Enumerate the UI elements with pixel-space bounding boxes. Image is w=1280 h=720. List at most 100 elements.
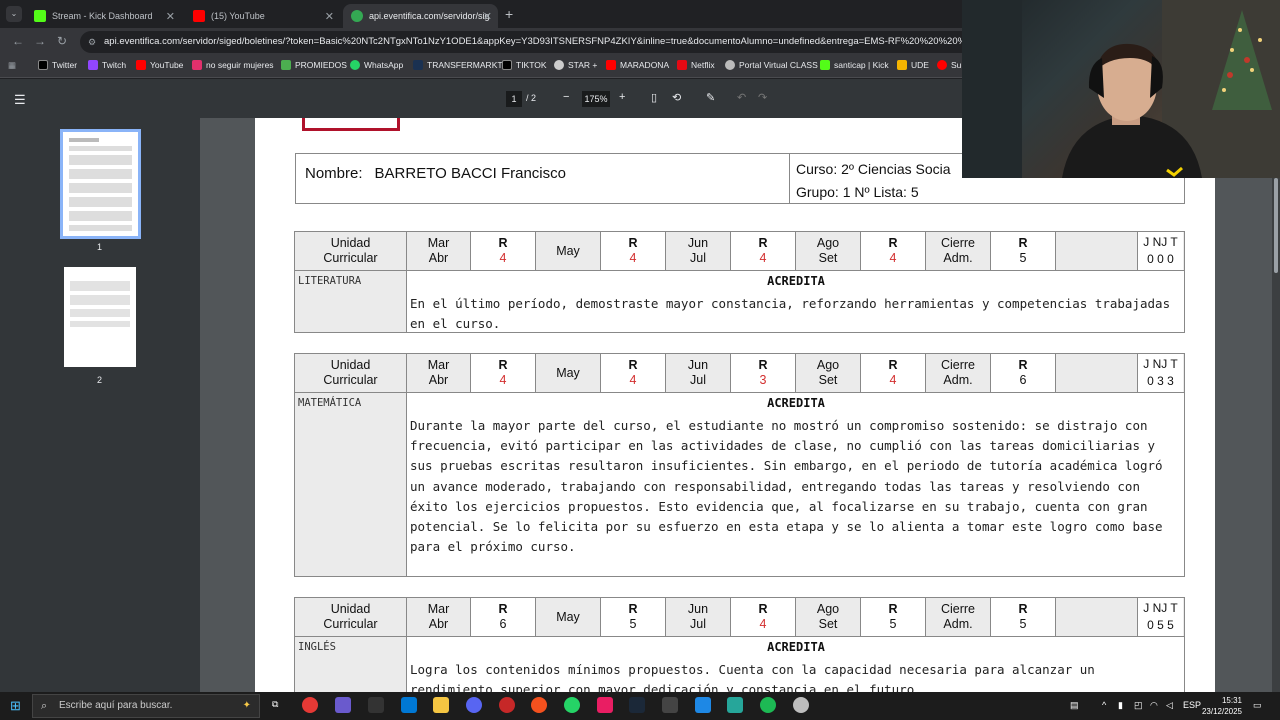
steam-icon[interactable] — [629, 697, 645, 713]
task-view-icon[interactable]: ⧉ — [272, 699, 278, 710]
apps-icon[interactable]: ▦ — [8, 60, 16, 71]
tab-kick-dashboard[interactable]: Stream - Kick Dashboard ✕ — [26, 4, 181, 28]
bookmark-youtube[interactable]: YouTube — [136, 60, 183, 70]
bookmark-whatsapp[interactable]: WhatsApp — [350, 60, 403, 70]
bookmark-su[interactable]: Su — [937, 60, 961, 70]
zoom-input[interactable]: 175% — [582, 91, 610, 107]
subject-comment: En el último período, demostraste mayor … — [410, 296, 1171, 332]
youtube-icon — [136, 60, 146, 70]
tab-youtube[interactable]: (15) YouTube ✕ — [185, 4, 340, 28]
header-text: J NJ T — [1143, 357, 1178, 371]
discord-icon[interactable] — [466, 697, 482, 713]
grade-value: 4 — [889, 251, 897, 265]
twitch-icon — [88, 60, 98, 70]
scrollbar[interactable] — [1272, 118, 1280, 692]
redo-icon[interactable]: ↷ — [758, 91, 767, 104]
close-icon[interactable]: ✕ — [325, 10, 334, 23]
obs-icon[interactable] — [499, 697, 515, 713]
new-tab-button[interactable]: + — [505, 6, 513, 22]
annotate-icon[interactable]: ✎ — [706, 91, 715, 104]
tab-search-button[interactable]: ⌄ — [6, 6, 22, 22]
attendance-cell: J NJ T 0 3 3 — [1138, 354, 1183, 392]
bookmark-maradona[interactable]: MARADONA — [606, 60, 669, 70]
grade-value: 4 — [629, 373, 637, 387]
site-info-icon[interactable]: ⚙ — [88, 31, 96, 53]
menu-icon[interactable]: ☰ — [14, 92, 26, 108]
bookmark-santicap-kick[interactable]: santicap | Kick — [820, 60, 889, 70]
clock[interactable]: 15:31 23/12/2025 — [1202, 695, 1242, 717]
status-label: ACREDITA — [767, 274, 825, 288]
header-text: Mar — [427, 602, 450, 616]
page-thumbnail-1[interactable] — [60, 129, 141, 239]
bookmark-twitch[interactable]: Twitch — [88, 60, 126, 70]
page-total: / 2 — [526, 93, 537, 103]
network-icon[interactable]: ◰ — [1134, 700, 1143, 711]
bookmark-tiktok[interactable]: TIKTOK — [502, 60, 547, 70]
date-text: 23/12/2025 — [1201, 707, 1242, 716]
reload-icon[interactable]: ↻ — [57, 34, 67, 48]
page-number-input[interactable]: 1 — [506, 91, 522, 107]
bookmark-transfermarkt[interactable]: TRANSFERMARKT — [413, 60, 503, 70]
zoom-out-icon[interactable]: − — [563, 91, 569, 103]
bookmark-portal-class[interactable]: Portal Virtual CLASS — [725, 60, 818, 70]
tab-eventifica[interactable]: api.eventifica.com/servidor/sig ✕ — [343, 4, 498, 28]
bookmark-label: WhatsApp — [364, 60, 404, 70]
grade-value: 4 — [759, 251, 767, 265]
chevron-up-icon[interactable]: ^ — [1102, 700, 1106, 710]
pdf-viewer[interactable]: Nombre: BARRETO BACCI Francisco Curso: 2º… — [200, 118, 1280, 692]
close-icon[interactable]: ✕ — [483, 10, 492, 23]
wifi-icon[interactable]: ◠ — [1150, 700, 1158, 711]
tab-title: api.eventifica.com/servidor/sig — [369, 11, 490, 21]
microphone-icon[interactable]: ▮ — [1118, 700, 1123, 711]
bookmark-twitter[interactable]: Twitter — [38, 60, 77, 70]
header-text: Abr — [428, 373, 449, 387]
spotify-icon[interactable] — [760, 697, 776, 713]
bookmark-netflix[interactable]: Netflix — [677, 60, 715, 70]
undo-icon[interactable]: ↶ — [737, 91, 746, 104]
student-name: BARRETO BACCI Francisco — [374, 165, 566, 182]
time-text: 15:31 — [1221, 696, 1242, 705]
close-icon[interactable]: ✕ — [166, 10, 175, 23]
windows-start-icon[interactable]: ⊞ — [10, 698, 21, 714]
bookmark-promiedos[interactable]: PROMIEDOS — [281, 60, 347, 70]
language-indicator[interactable]: ESP — [1183, 700, 1201, 710]
notifications-icon[interactable]: ▭ — [1253, 700, 1262, 711]
tiktok-icon — [502, 60, 512, 70]
chrome-icon[interactable] — [302, 697, 318, 713]
fit-page-icon[interactable]: ▯ — [651, 91, 657, 104]
zoom-in-icon[interactable]: + — [619, 91, 625, 103]
bookmark-label: no seguir mujeres — [206, 60, 274, 70]
app-icon[interactable] — [793, 697, 809, 713]
shield-icon[interactable] — [727, 697, 743, 713]
code-icon[interactable] — [368, 697, 384, 713]
back-icon[interactable]: ← — [12, 34, 24, 48]
grades-header: Unidad Curricular Mar Abr R6 May R5 Jun Jul… — [294, 597, 1185, 637]
bookmark-ude[interactable]: UDE — [897, 60, 929, 70]
bookmark-star[interactable]: STAR + — [554, 60, 597, 70]
scrollbar-thumb[interactable] — [1274, 178, 1278, 273]
header-text: Set — [818, 251, 838, 265]
unit-header: Unidad Curricular — [295, 598, 407, 636]
subject-name: MATEMÁTICA — [295, 393, 407, 576]
edge-icon[interactable] — [401, 697, 417, 713]
media-icon[interactable] — [531, 697, 547, 713]
app-icon[interactable] — [597, 697, 613, 713]
epic-games-icon[interactable] — [662, 697, 678, 713]
vscode-icon[interactable] — [695, 697, 711, 713]
address-bar[interactable]: ⚙ api.eventifica.com/servidor/siged/bole… — [80, 31, 980, 53]
file-explorer-icon[interactable] — [433, 697, 449, 713]
header-text: Mar — [427, 358, 450, 372]
taskbar-search[interactable]: ⌕ Escribe aquí para buscar. ✦ — [32, 694, 260, 718]
copilot-app-icon[interactable] — [335, 697, 351, 713]
volume-icon[interactable]: ◁ — [1166, 700, 1173, 711]
course-cell: Curso: 2º Ciencias Socia Grupo: 1 Nº Lis… — [796, 158, 951, 204]
month-header: Mar Abr — [407, 598, 471, 636]
rotate-icon[interactable]: ⟲ — [672, 91, 681, 104]
su-icon — [937, 60, 947, 70]
page-thumbnail-2[interactable] — [64, 267, 136, 367]
forward-icon[interactable]: → — [34, 34, 46, 48]
whatsapp-icon[interactable] — [564, 697, 580, 713]
tab-title: (15) YouTube — [211, 11, 265, 21]
tray-app-icon[interactable]: ▤ — [1070, 700, 1079, 711]
bookmark-instagram[interactable]: no seguir mujeres — [192, 60, 274, 70]
